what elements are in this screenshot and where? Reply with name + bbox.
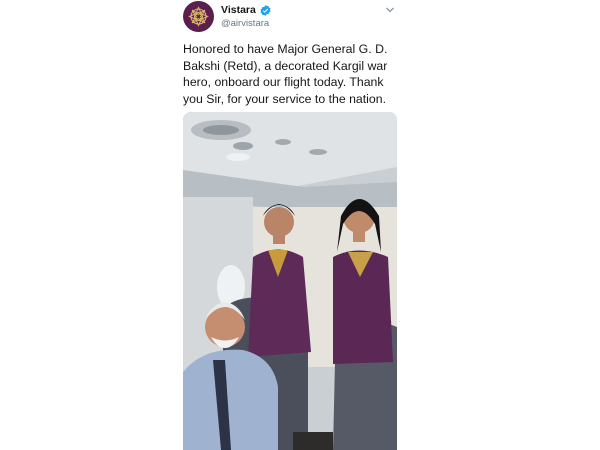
tweet-text: Honored to have Major General G. D. Baks… bbox=[183, 42, 388, 106]
cabin-photo bbox=[183, 112, 397, 450]
tweet-card: Vistara @airvistara Honored to have Majo… bbox=[183, 0, 397, 450]
chevron-down-icon[interactable] bbox=[385, 6, 395, 14]
account-name[interactable]: Vistara bbox=[221, 4, 256, 16]
account-name-row[interactable]: Vistara bbox=[221, 4, 271, 16]
account-handle[interactable]: @airvistara bbox=[221, 18, 269, 29]
account-avatar[interactable] bbox=[183, 1, 214, 32]
vistara-logo-icon bbox=[188, 6, 209, 27]
tweet-photo[interactable] bbox=[183, 112, 397, 450]
verified-badge-icon bbox=[260, 4, 271, 16]
